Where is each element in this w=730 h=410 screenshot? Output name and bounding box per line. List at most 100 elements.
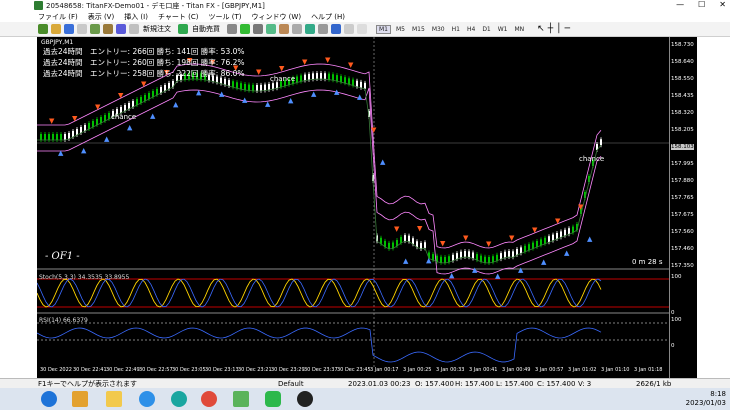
menu-help[interactable]: ヘルプ (H): [311, 12, 345, 22]
maximize-button[interactable]: ☐: [698, 0, 705, 9]
buy-arrow: ▲: [357, 93, 363, 101]
candle-body: [304, 74, 306, 81]
close-button[interactable]: ✕: [719, 0, 726, 9]
sell-arrow: ▼: [49, 117, 55, 125]
buy-arrow: ▲: [219, 90, 225, 98]
menu-insert[interactable]: 挿入 (I): [124, 12, 148, 22]
time-tick: 3 Jan 00:57: [535, 367, 564, 373]
explorer-icon[interactable]: [106, 391, 122, 407]
price-chart: ▼ ▲ ▼ ▲ ▼ ▲ ▼ ▲ ▼ ▲ ▼ ▲ ▼ ▲ ▼ ▲ ▼ ▲ ▼ ▲ ▼ ▲ ▼ ▲ ▼ ▲ ▼ ▲ ▼ ▲ ▼ ▲ ▼ ▲ ▼ ▲ ▼ ▲ ▼ ▲…: [37, 37, 669, 367]
candle-body: [448, 256, 450, 263]
buy-arrow: ▲: [403, 257, 409, 265]
buy-arrow: ▲: [587, 235, 593, 243]
tf-m5[interactable]: M5: [394, 26, 407, 33]
sell-arrow: ▼: [279, 65, 285, 73]
sell-arrow: ▼: [532, 226, 538, 234]
auto-trade-icon[interactable]: [178, 24, 188, 34]
tf-mn[interactable]: MN: [513, 26, 527, 33]
crosshair-icon[interactable]: ┼: [548, 24, 553, 34]
candle-body: [344, 77, 346, 84]
recorder-icon[interactable]: [297, 391, 313, 407]
media-icon[interactable]: [72, 391, 88, 407]
candle-body: [540, 239, 542, 246]
zoom-out-icon[interactable]: [279, 24, 289, 34]
ie-icon[interactable]: [139, 391, 155, 407]
price-axis[interactable]: [669, 37, 697, 378]
tf-w1[interactable]: W1: [496, 26, 510, 33]
candle-body: [524, 245, 526, 252]
candle-body: [248, 84, 250, 91]
cursor-icon[interactable]: ↖: [537, 24, 545, 34]
new-order-button[interactable]: 新規注文: [143, 24, 171, 34]
shift-icon[interactable]: [318, 24, 328, 34]
candle-body: [320, 73, 322, 80]
candle-body: [420, 242, 422, 249]
line-app-icon[interactable]: [265, 391, 281, 407]
price-tick: 158.550: [671, 76, 694, 82]
bar-chart-icon[interactable]: [227, 24, 237, 34]
candle-body: [40, 134, 42, 140]
buy-arrow: ▲: [495, 272, 501, 280]
candle-body: [88, 123, 90, 129]
menu-window[interactable]: ウィンドウ (W): [251, 12, 301, 22]
candle-body: [380, 237, 382, 244]
price-tick: 157.995: [671, 161, 694, 167]
candle-body: [244, 83, 246, 90]
zoom-in-icon[interactable]: [266, 24, 276, 34]
indicators-icon[interactable]: [331, 24, 341, 34]
candle-body: [152, 91, 154, 97]
edge-icon[interactable]: [171, 391, 187, 407]
tf-h1[interactable]: H1: [450, 26, 462, 33]
profiles-icon[interactable]: [51, 24, 61, 34]
auto-trade-button[interactable]: 自動売買: [192, 24, 220, 34]
candle-body: [252, 84, 254, 91]
chart-area[interactable]: ▼ ▲ ▼ ▲ ▼ ▲ ▼ ▲ ▼ ▲ ▼ ▲ ▼ ▲ ▼ ▲ ▼ ▲ ▼ ▲ ▼ ▲ ▼ ▲ ▼ ▲ ▼ ▲ ▼ ▲ ▼ ▲ ▼ ▲ ▼ ▲ ▼ ▲ ▼ ▲…: [37, 37, 669, 378]
candle-body: [432, 254, 434, 261]
buy-arrow: ▲: [265, 100, 271, 108]
tester-icon[interactable]: [116, 24, 126, 34]
data-window-icon[interactable]: [77, 24, 87, 34]
candle-body: [484, 256, 486, 263]
periods-icon[interactable]: [344, 24, 354, 34]
candle-body: [548, 236, 550, 243]
autoscroll-icon[interactable]: [305, 24, 315, 34]
menu-chart[interactable]: チャート (C): [158, 12, 199, 22]
right-panel: [697, 37, 730, 378]
tf-h4[interactable]: H4: [465, 26, 477, 33]
chance-label-2: chance: [111, 113, 137, 121]
hline-icon[interactable]: ─: [565, 24, 570, 34]
candle-body: [480, 255, 482, 262]
terminal-icon[interactable]: [103, 24, 113, 34]
candle-body: [388, 242, 390, 249]
vline-icon[interactable]: │: [556, 24, 561, 34]
candle-body: [400, 236, 402, 243]
sell-arrow: ▼: [417, 224, 423, 232]
navigator-icon[interactable]: [90, 24, 100, 34]
mt4-icon[interactable]: [233, 391, 249, 407]
tf-m15[interactable]: M15: [410, 26, 427, 33]
menu-tools[interactable]: ツール (T): [208, 12, 241, 22]
candle-body: [444, 256, 446, 263]
candle-chart-icon[interactable]: [240, 24, 250, 34]
rsi-label: RSI(14) 66.6379: [39, 317, 88, 324]
candle-body: [132, 101, 134, 107]
market-watch-icon[interactable]: [64, 24, 74, 34]
chrome-icon[interactable]: [201, 391, 217, 407]
start-icon[interactable]: [41, 391, 57, 407]
menu-view[interactable]: 表示 (V): [88, 12, 114, 22]
tf-m1[interactable]: M1: [376, 24, 391, 34]
system-tray[interactable]: 8:18 2023/01/03: [686, 390, 726, 408]
new-chart-icon[interactable]: [38, 24, 48, 34]
tf-m30[interactable]: M30: [430, 26, 447, 33]
templates-icon[interactable]: [357, 24, 367, 34]
candle-body: [364, 82, 366, 89]
minimize-button[interactable]: —: [676, 0, 684, 9]
candle-body: [528, 244, 530, 251]
tf-d1[interactable]: D1: [480, 26, 492, 33]
tray-date: 2023/01/03: [685, 399, 726, 407]
tile-icon[interactable]: [292, 24, 302, 34]
line-chart-icon[interactable]: [253, 24, 263, 34]
new-order-icon[interactable]: [129, 24, 139, 34]
menu-file[interactable]: ファイル (F): [38, 12, 78, 22]
candle-body: [240, 83, 242, 90]
